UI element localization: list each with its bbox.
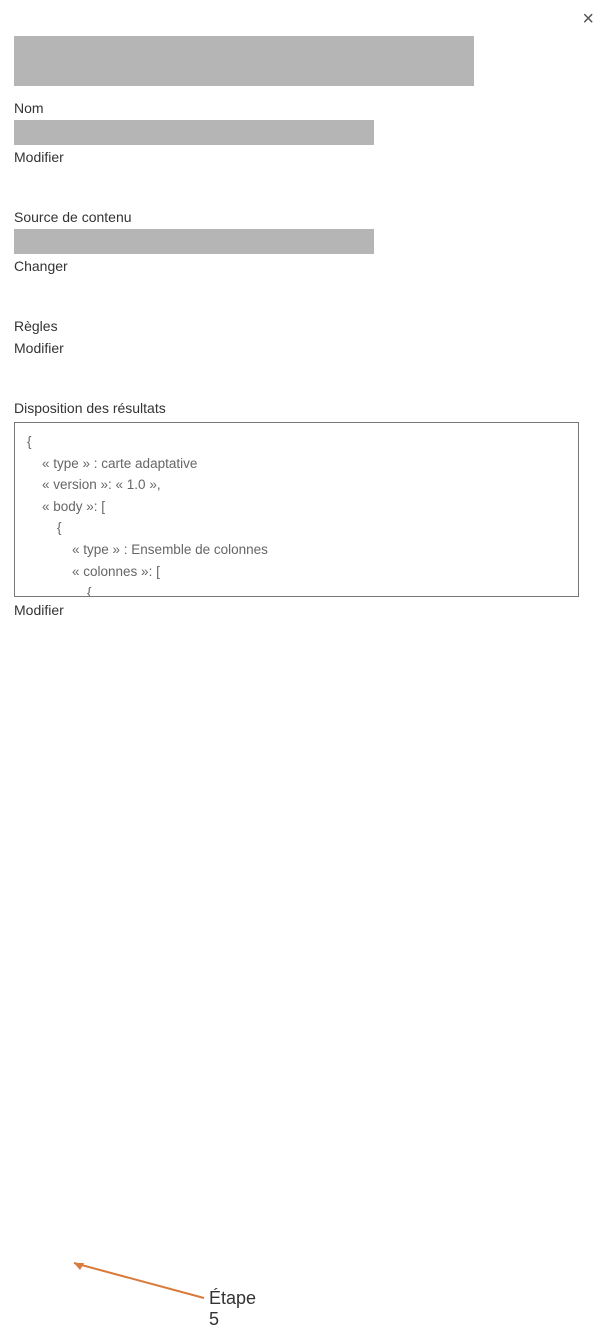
content-source-change-link[interactable]: Changer: [14, 258, 68, 274]
content-source-input-placeholder[interactable]: [14, 229, 374, 254]
content-source-section: Source de contenu Changer: [14, 209, 592, 294]
result-layout-edit-link[interactable]: Modifier: [14, 602, 64, 618]
result-layout-label: Disposition des résultats: [14, 400, 592, 416]
result-layout-section: Disposition des résultats Modifier: [14, 400, 592, 638]
rules-edit-link[interactable]: Modifier: [14, 340, 64, 356]
annotation-arrow-icon: [54, 1253, 254, 1313]
name-edit-link[interactable]: Modifier: [14, 149, 64, 165]
result-layout-code[interactable]: [14, 422, 579, 597]
close-icon[interactable]: ×: [582, 8, 594, 31]
rules-label: Règles: [14, 318, 592, 334]
name-input-placeholder[interactable]: [14, 120, 374, 145]
name-section: Nom Modifier: [14, 100, 592, 185]
content-source-label: Source de contenu: [14, 209, 592, 225]
step-annotation-label: Étape 5: [209, 1288, 256, 1330]
header-placeholder: [14, 36, 474, 86]
rules-section: Règles Modifier: [14, 318, 592, 376]
name-label: Nom: [14, 100, 592, 116]
